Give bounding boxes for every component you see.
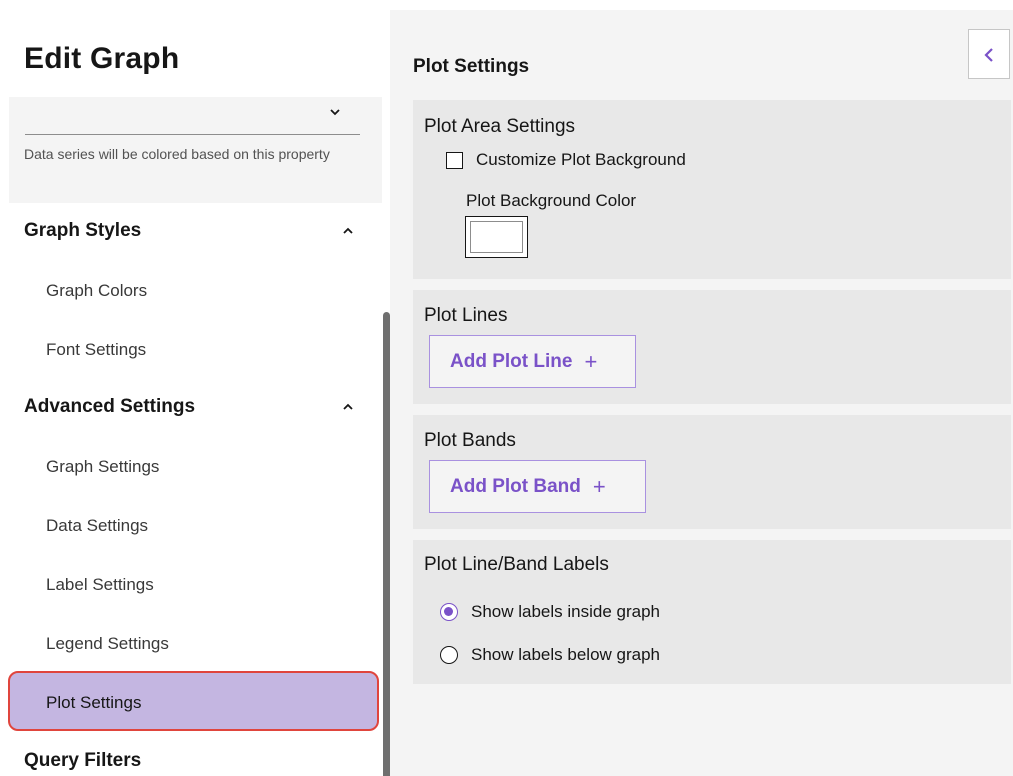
add-plot-band-label: Add Plot Band	[450, 475, 581, 497]
section-query-filters[interactable]: Query Filters	[24, 750, 141, 772]
plot-lines-card: Plot Lines Add Plot Line +	[413, 290, 1011, 404]
plot-bands-card: Plot Bands Add Plot Band +	[413, 415, 1011, 529]
radio-label-inside: Show labels inside graph	[471, 602, 661, 621]
nav-graph-colors[interactable]: Graph Colors	[46, 281, 147, 301]
nav-data-settings[interactable]: Data Settings	[46, 516, 148, 536]
chevron-up-icon[interactable]	[342, 227, 354, 235]
section-graph-styles[interactable]: Graph Styles	[24, 220, 141, 242]
nav-plot-settings[interactable]: Plot Settings	[46, 693, 141, 713]
section-advanced-settings[interactable]: Advanced Settings	[24, 396, 195, 418]
nav-plot-settings-selected[interactable]: Plot Settings	[8, 671, 379, 731]
plot-area-settings-card: Plot Area Settings Customize Plot Backgr…	[413, 100, 1011, 279]
customize-plot-background-row[interactable]: Customize Plot Background	[446, 150, 686, 170]
chevron-down-icon	[330, 109, 340, 116]
collapse-panel-button[interactable]	[968, 29, 1010, 79]
radio-show-labels-below[interactable]	[440, 646, 458, 664]
nav-label-settings[interactable]: Label Settings	[46, 575, 154, 595]
plot-background-color-swatch[interactable]	[465, 216, 528, 258]
plot-settings-title: Plot Settings	[413, 56, 530, 77]
plot-area-settings-title: Plot Area Settings	[424, 116, 576, 137]
plot-settings-panel: Plot Settings Plot Area Settings Customi…	[390, 0, 1013, 776]
customize-plot-background-checkbox[interactable]	[446, 151, 463, 169]
radio-label-below: Show labels below graph	[471, 645, 661, 664]
nav-graph-settings[interactable]: Graph Settings	[46, 457, 159, 477]
chevron-up-icon[interactable]	[342, 403, 354, 411]
color-property-select[interactable]	[25, 97, 360, 135]
add-plot-line-label: Add Plot Line	[450, 350, 573, 372]
plot-background-color-label: Plot Background Color	[466, 191, 637, 210]
color-swatch-fill	[470, 221, 523, 253]
top-strip	[390, 0, 1013, 10]
plot-line-band-labels-title: Plot Line/Band Labels	[424, 554, 609, 575]
scrollbar-thumb[interactable]	[383, 312, 390, 776]
edit-graph-panel: Edit Graph Data series will be colored b…	[0, 0, 390, 776]
add-plot-band-button[interactable]: Add Plot Band +	[429, 460, 646, 513]
radio-row-inside[interactable]: Show labels inside graph	[440, 602, 660, 622]
radio-row-below[interactable]: Show labels below graph	[440, 645, 660, 665]
nav-legend-settings[interactable]: Legend Settings	[46, 634, 169, 654]
color-property-group: Data series will be colored based on thi…	[9, 97, 382, 203]
plus-icon: +	[592, 473, 606, 499]
nav-font-settings[interactable]: Font Settings	[46, 340, 146, 360]
plus-icon: +	[584, 348, 598, 374]
plot-lines-title: Plot Lines	[424, 305, 508, 326]
customize-plot-background-label: Customize Plot Background	[476, 150, 686, 169]
color-property-helper-text: Data series will be colored based on thi…	[24, 146, 330, 162]
plot-line-band-labels-card: Plot Line/Band Labels Show labels inside…	[413, 540, 1011, 684]
radio-show-labels-inside[interactable]	[440, 603, 458, 621]
panel-title: Edit Graph	[24, 42, 180, 75]
chevron-left-icon	[984, 48, 993, 62]
plot-bands-title: Plot Bands	[424, 430, 516, 451]
add-plot-line-button[interactable]: Add Plot Line +	[429, 335, 636, 388]
